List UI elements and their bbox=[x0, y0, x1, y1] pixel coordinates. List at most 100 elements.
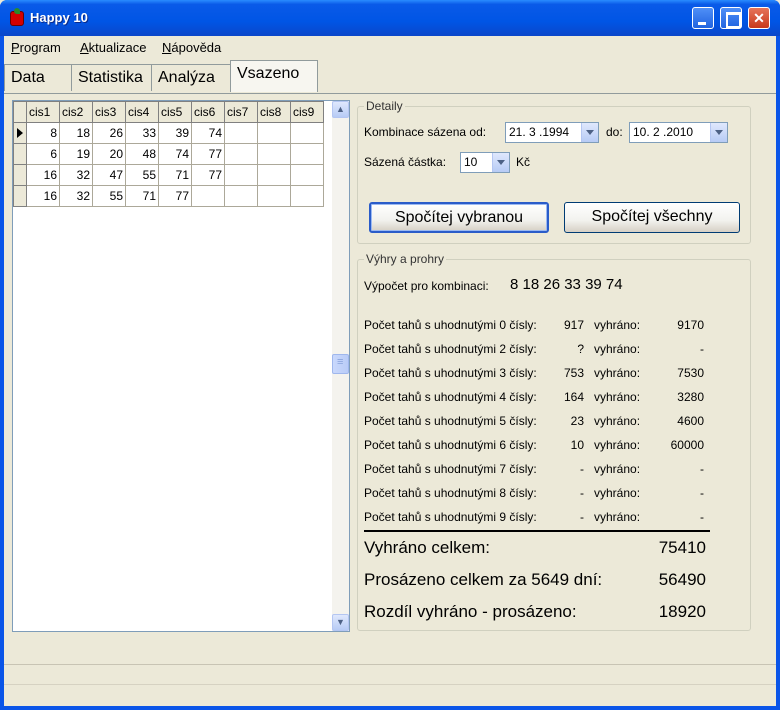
menu-aktualizace[interactable]: Aktualizace bbox=[80, 40, 146, 55]
grid-cell[interactable]: 55 bbox=[92, 185, 126, 207]
menu-program[interactable]: Program bbox=[11, 40, 61, 55]
grid-cell[interactable] bbox=[257, 122, 291, 144]
grid-cell[interactable]: 6 bbox=[26, 143, 60, 165]
column-header[interactable]: cis4 bbox=[125, 101, 159, 123]
row-header[interactable] bbox=[13, 185, 27, 207]
result-won: - bbox=[700, 342, 704, 356]
grid-cell[interactable]: 71 bbox=[158, 164, 192, 186]
table-row[interactable]: 6 19 20 48 74 77 bbox=[13, 143, 324, 165]
row-header[interactable] bbox=[13, 122, 27, 144]
grid-cell[interactable] bbox=[290, 164, 324, 186]
calculate-selected-button[interactable]: Spočítej vybranou bbox=[369, 202, 549, 233]
result-count: 10 bbox=[570, 438, 584, 452]
scroll-up-icon[interactable]: ▲ bbox=[332, 101, 349, 118]
grid-cell[interactable] bbox=[290, 185, 324, 207]
scroll-thumb[interactable] bbox=[332, 354, 349, 374]
menu-bar: Program Aktualizace Nápověda bbox=[4, 36, 776, 58]
grid-cell[interactable] bbox=[224, 122, 258, 144]
bottom-panel bbox=[4, 664, 776, 682]
grid-cell[interactable]: 26 bbox=[92, 122, 126, 144]
row-header[interactable] bbox=[13, 164, 27, 186]
grid-cell[interactable] bbox=[257, 164, 291, 186]
grid-cell[interactable]: 19 bbox=[59, 143, 93, 165]
current-row-icon bbox=[17, 128, 23, 138]
result-row: Počet tahů s uhodnutými 8 čísly: - vyhrá… bbox=[358, 486, 752, 504]
table-row[interactable]: 8 18 26 33 39 74 bbox=[13, 122, 324, 144]
result-count: - bbox=[580, 486, 584, 500]
result-won: - bbox=[700, 462, 704, 476]
table-row[interactable]: 16 32 55 71 77 bbox=[13, 185, 324, 207]
grid-cell[interactable]: 74 bbox=[158, 143, 192, 165]
calculate-all-button[interactable]: Spočítej všechny bbox=[564, 202, 740, 233]
from-date-picker[interactable]: 21. 3 .1994 bbox=[505, 122, 599, 143]
from-date-label: Kombinace sázena od: bbox=[364, 125, 487, 139]
chevron-down-icon[interactable] bbox=[492, 153, 509, 172]
scroll-down-icon[interactable]: ▼ bbox=[332, 614, 349, 631]
total-won-label: Vyhráno celkem: bbox=[364, 538, 490, 557]
table-row[interactable]: 16 32 47 55 71 77 bbox=[13, 164, 324, 186]
result-label: Počet tahů s uhodnutými 3 čísly: bbox=[364, 366, 537, 380]
column-header[interactable]: cis2 bbox=[59, 101, 93, 123]
result-row: Počet tahů s uhodnutými 5 čísly: 23 vyhr… bbox=[358, 414, 752, 432]
tab-statistika[interactable]: Statistika bbox=[71, 64, 152, 91]
tab-vsazeno[interactable]: Vsazeno bbox=[230, 60, 318, 92]
grid-cell[interactable]: 16 bbox=[26, 185, 60, 207]
grid-cell[interactable]: 18 bbox=[59, 122, 93, 144]
chevron-down-icon[interactable] bbox=[581, 123, 598, 142]
amount-select[interactable]: 10 bbox=[460, 152, 510, 173]
grid-cell[interactable]: 32 bbox=[59, 164, 93, 186]
bets-grid[interactable]: cis1 cis2 cis3 cis4 cis5 cis6 cis7 cis8 … bbox=[12, 100, 350, 632]
result-won-label: vyhráno: bbox=[594, 438, 641, 452]
results-group: Výhry a prohry Výpočet pro kombinaci: 8 … bbox=[357, 252, 752, 631]
tab-analyza[interactable]: Analýza bbox=[151, 64, 231, 91]
grid-cell[interactable]: 33 bbox=[125, 122, 159, 144]
grid-cell[interactable]: 55 bbox=[125, 164, 159, 186]
column-header[interactable]: cis3 bbox=[92, 101, 126, 123]
column-header[interactable]: cis6 bbox=[191, 101, 225, 123]
maximize-button[interactable] bbox=[720, 7, 742, 29]
combo-value: 8 18 26 33 39 74 bbox=[510, 276, 623, 293]
grid-cell[interactable] bbox=[224, 164, 258, 186]
app-icon bbox=[10, 8, 24, 26]
grid-cell[interactable]: 32 bbox=[59, 185, 93, 207]
result-count: 917 bbox=[563, 318, 584, 332]
grid-cell[interactable]: 47 bbox=[92, 164, 126, 186]
title-bar[interactable]: Happy 10 ✕ bbox=[0, 0, 780, 36]
grid-cell[interactable] bbox=[290, 143, 324, 165]
column-header[interactable]: cis8 bbox=[257, 101, 291, 123]
grid-cell[interactable]: 77 bbox=[158, 185, 192, 207]
grid-cell[interactable] bbox=[224, 143, 258, 165]
grid-cell[interactable] bbox=[257, 143, 291, 165]
result-count: - bbox=[580, 510, 584, 524]
grid-cell[interactable] bbox=[290, 122, 324, 144]
grid-cell[interactable]: 71 bbox=[125, 185, 159, 207]
grid-cell[interactable]: 74 bbox=[191, 122, 225, 144]
grid-cell[interactable]: 48 bbox=[125, 143, 159, 165]
to-date-picker[interactable]: 10. 2 .2010 bbox=[629, 122, 728, 143]
column-header[interactable]: cis7 bbox=[224, 101, 258, 123]
tab-data[interactable]: Data bbox=[4, 64, 72, 91]
window-title: Happy 10 bbox=[30, 10, 88, 25]
grid-cell[interactable]: 16 bbox=[26, 164, 60, 186]
close-button[interactable]: ✕ bbox=[748, 7, 770, 29]
grid-cell[interactable]: 39 bbox=[158, 122, 192, 144]
minimize-button[interactable] bbox=[692, 7, 714, 29]
result-label: Počet tahů s uhodnutými 6 čísly: bbox=[364, 438, 537, 452]
grid-cell[interactable]: 8 bbox=[26, 122, 60, 144]
grid-cell[interactable] bbox=[257, 185, 291, 207]
grid-cell[interactable]: 77 bbox=[191, 164, 225, 186]
menu-napoveda[interactable]: Nápověda bbox=[162, 40, 221, 55]
column-header[interactable]: cis9 bbox=[290, 101, 324, 123]
column-header[interactable]: cis5 bbox=[158, 101, 192, 123]
grid-cell[interactable]: 20 bbox=[92, 143, 126, 165]
grid-cell[interactable] bbox=[224, 185, 258, 207]
grid-vertical-scrollbar[interactable]: ▲ ▼ bbox=[332, 101, 349, 631]
row-header[interactable] bbox=[13, 143, 27, 165]
grid-cell[interactable]: 77 bbox=[191, 143, 225, 165]
result-won-label: vyhráno: bbox=[594, 414, 641, 428]
column-header[interactable]: cis1 bbox=[26, 101, 60, 123]
grid-cell[interactable] bbox=[191, 185, 225, 207]
result-won-label: vyhráno: bbox=[594, 486, 641, 500]
chevron-down-icon[interactable] bbox=[710, 123, 727, 142]
client-area: Program Aktualizace Nápověda Data Statis… bbox=[4, 36, 776, 706]
